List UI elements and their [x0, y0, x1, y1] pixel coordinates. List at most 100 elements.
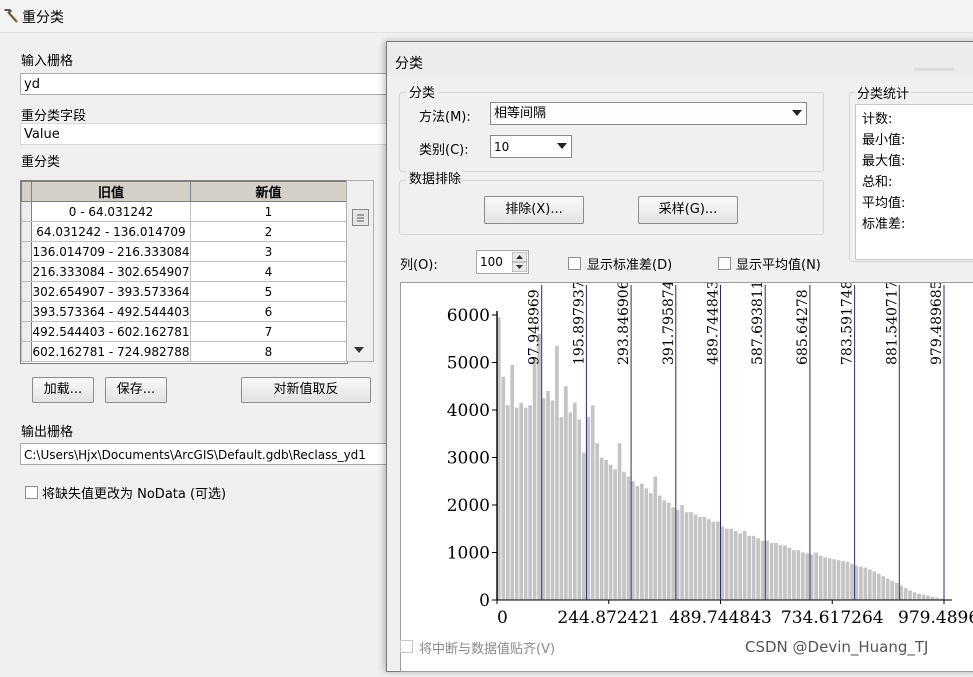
histogram-bar — [604, 459, 608, 601]
classes-dropdown[interactable]: 10 — [490, 135, 572, 158]
break-label: 293.846906 — [616, 283, 632, 365]
old-value-cell[interactable]: 0 - 64.031242 — [31, 201, 191, 222]
row-selector[interactable] — [21, 281, 32, 302]
table-row[interactable]: 64.031242 - 136.014709 2 — [21, 221, 347, 242]
histogram-bar — [657, 495, 662, 600]
break-label: 97.948969 — [527, 289, 543, 365]
histogram-bar — [590, 405, 595, 600]
columns-value: 100 — [480, 255, 503, 269]
histogram-chart[interactable]: 6000 5000 4000 3000 2000 1000 00 244.872421 489.… — [401, 280, 973, 673]
histogram-bar — [586, 417, 591, 600]
old-value-cell[interactable]: 492.544403 - 602.162781 — [31, 321, 191, 342]
classes-label: 类别(C): — [419, 143, 469, 158]
input-raster-field[interactable]: yd — [20, 73, 388, 95]
columns-stepper[interactable]: 100 — [476, 250, 529, 274]
histogram-bar — [514, 407, 519, 601]
new-value-cell[interactable]: 6 — [190, 301, 347, 322]
load-button[interactable]: 加载... — [32, 377, 94, 403]
histogram-bar — [532, 357, 537, 600]
row-header-corner — [21, 181, 32, 202]
histogram-bar — [751, 535, 756, 601]
table-row[interactable]: 602.162781 - 724.982788 8 — [21, 341, 347, 362]
row-selector[interactable] — [21, 301, 32, 322]
histogram-bar — [720, 526, 725, 601]
new-value-cell[interactable]: 5 — [190, 281, 347, 302]
x-tick-label: 244.872421 — [557, 608, 660, 628]
window-title: 重分类 — [22, 10, 64, 26]
x-tick-label: 489.744843 — [669, 608, 772, 628]
row-selector[interactable] — [21, 241, 32, 262]
table-scrollbar[interactable] — [346, 180, 374, 362]
histogram-bar — [724, 528, 729, 600]
new-value-cell[interactable]: 2 — [190, 221, 347, 242]
row-selector[interactable] — [21, 221, 32, 242]
table-row[interactable]: 216.333084 - 302.654907 4 — [21, 261, 347, 282]
row-selector[interactable] — [21, 321, 32, 342]
histogram-bar — [622, 471, 626, 600]
show-std-checkbox[interactable] — [568, 257, 581, 270]
histogram-bar — [814, 552, 819, 600]
reverse-values-button[interactable]: 对新值取反 — [241, 377, 371, 403]
snap-checkbox[interactable] — [400, 640, 413, 653]
grip-icon — [357, 214, 364, 222]
spin-arrows-icon[interactable] — [512, 252, 527, 272]
chevron-down-icon — [792, 110, 802, 116]
histogram-bar — [640, 483, 644, 601]
old-value-cell[interactable]: 216.333084 - 302.654907 — [31, 261, 191, 282]
break-label: 881.540717 — [884, 283, 900, 365]
new-value-cell[interactable]: 3 — [190, 241, 347, 262]
old-value-cell[interactable]: 302.654907 - 393.573364 — [31, 281, 191, 302]
chevron-down-icon — [557, 143, 567, 149]
histogram-bar — [859, 566, 863, 600]
histogram-bar — [546, 391, 550, 600]
row-selector[interactable] — [21, 341, 32, 362]
old-value-cell[interactable]: 602.162781 - 724.982788 — [31, 341, 191, 362]
table-row[interactable]: 393.573364 - 492.544403 6 — [21, 301, 347, 322]
row-selector[interactable] — [21, 201, 32, 222]
old-value-cell[interactable]: 64.031242 - 136.014709 — [31, 221, 191, 242]
scroll-thumb[interactable] — [352, 209, 369, 226]
stats-item-label: 计数: — [862, 112, 893, 127]
exclusion-group — [399, 180, 824, 235]
old-value-cell[interactable]: 136.014709 - 216.333084 — [31, 241, 191, 262]
old-value-cell[interactable]: 393.573364 - 492.544403 — [31, 301, 191, 322]
histogram-bar — [903, 588, 908, 601]
histogram-bar — [818, 555, 823, 600]
histogram-bar — [792, 550, 796, 601]
histogram-bar — [890, 581, 895, 600]
exclusion-group-title: 数据排除 — [407, 168, 464, 187]
new-value-cell[interactable]: 1 — [190, 201, 347, 222]
snap-label: 将中断与数据值贴齐(V) — [419, 642, 556, 657]
histogram-bar — [555, 345, 559, 600]
new-value-cell[interactable]: 4 — [190, 261, 347, 282]
histogram-bar — [568, 412, 573, 601]
stats-group-title: 分类统计 — [855, 83, 912, 102]
new-value-cell[interactable]: 7 — [190, 321, 347, 342]
table-row[interactable]: 0 - 64.031242 1 — [21, 201, 347, 222]
method-dropdown[interactable]: 相等间隔 — [490, 102, 807, 125]
exclude-button[interactable]: 排除(X)... — [484, 196, 584, 224]
row-selector[interactable] — [21, 261, 32, 282]
histogram-bar — [653, 476, 658, 600]
histogram-bar — [760, 540, 765, 601]
scroll-down-icon[interactable] — [353, 345, 365, 355]
histogram-bar — [850, 563, 854, 600]
table-row[interactable]: 492.544403 - 602.162781 7 — [21, 321, 347, 342]
table-row[interactable]: 302.654907 - 393.573364 5 — [21, 281, 347, 302]
reclass-field-select[interactable]: Value — [20, 123, 388, 145]
histogram-bar — [572, 402, 577, 601]
table-row[interactable]: 136.014709 - 216.333084 3 — [21, 241, 347, 262]
histogram-panel[interactable]: 6000 5000 4000 3000 2000 1000 0 0 244.872421 489.… — [400, 280, 973, 673]
histogram-bar — [510, 364, 515, 601]
output-raster-field[interactable]: C:\Users\Hjx\Documents\ArcGIS\Default.gd… — [20, 443, 388, 465]
nodata-checkbox[interactable] — [25, 486, 38, 499]
title-bar: 重分类 — [0, 0, 973, 33]
histogram-bar — [626, 476, 631, 600]
sample-button[interactable]: 采样(G)... — [638, 196, 738, 224]
save-button[interactable]: 保存... — [105, 377, 167, 403]
new-value-cell[interactable]: 8 — [190, 341, 347, 362]
watermark: CSDN @Devin_Huang_TJ — [745, 638, 929, 656]
show-mean-checkbox[interactable] — [718, 257, 731, 270]
stats-panel: 计数: 最小值: 最大值: 总和: 平均值: 标准差: — [855, 104, 973, 260]
histogram-bar — [635, 486, 640, 600]
